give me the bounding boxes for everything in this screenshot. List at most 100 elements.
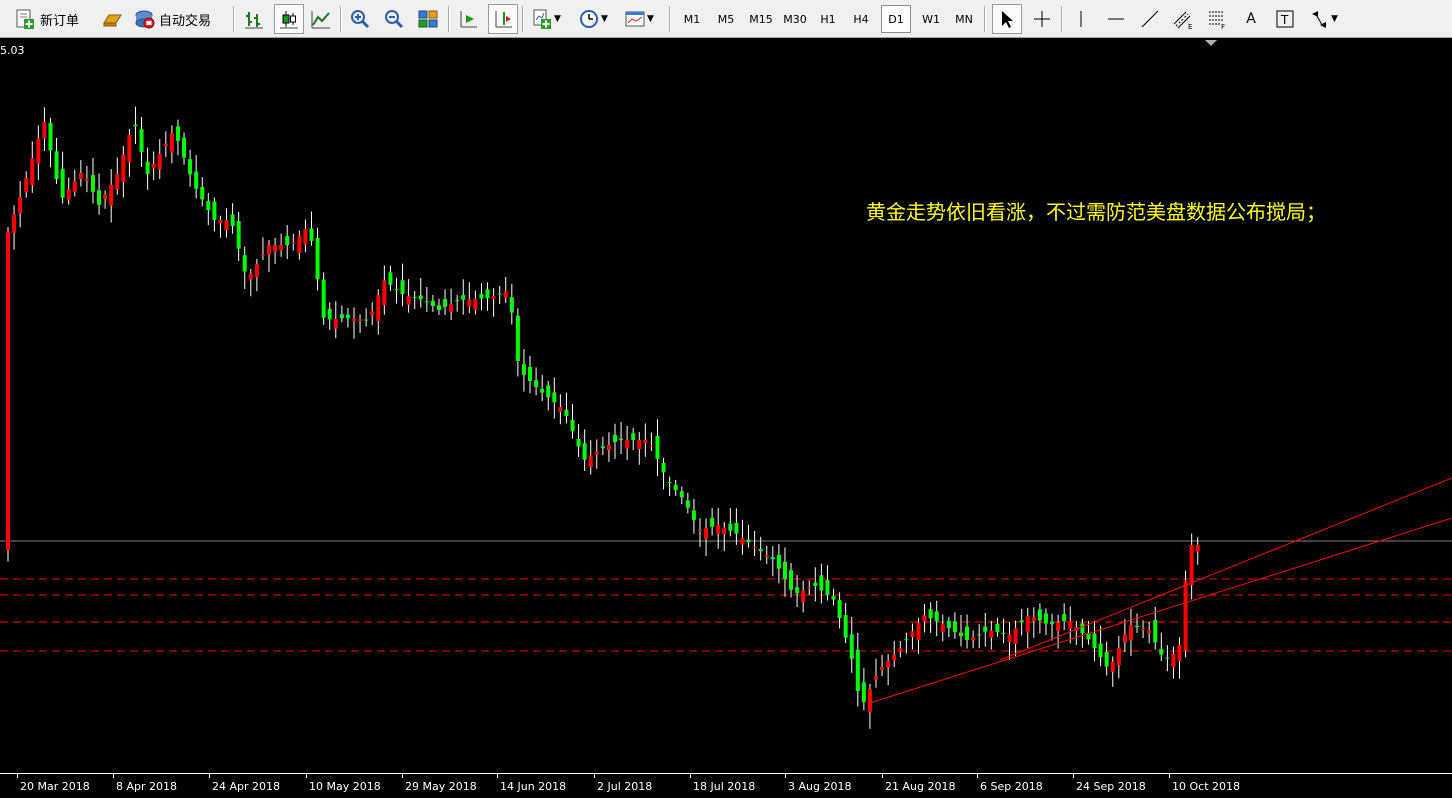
crosshair-tool-button[interactable] (1031, 4, 1053, 34)
candle-body (400, 280, 405, 294)
candle-body (904, 639, 909, 641)
candle-body (734, 522, 739, 534)
candle-body (886, 660, 891, 668)
time-axis-tick (1169, 774, 1170, 778)
candle-body (169, 133, 174, 153)
time-axis-label: 24 Sep 2018 (1076, 780, 1146, 793)
svg-text:E: E (1188, 23, 1192, 30)
timeframe-m30[interactable]: M30 (779, 5, 811, 33)
candle (6, 227, 10, 562)
candle-body (594, 451, 599, 455)
candle-body (728, 523, 733, 531)
candle-body (534, 380, 539, 388)
candlestick-button[interactable] (274, 4, 304, 34)
candle-body (1007, 634, 1012, 643)
candle-body (206, 201, 211, 211)
fibonacci-tool-button[interactable]: F (1206, 4, 1228, 34)
candle-body (910, 631, 915, 638)
candle-body (898, 648, 903, 652)
time-axis-label: 2 Jul 2018 (597, 780, 653, 793)
arrows-tool-button[interactable]: ▼ (1308, 4, 1338, 34)
timeframe-w1[interactable]: W1 (916, 5, 946, 33)
candle-body (163, 143, 168, 147)
templates-button[interactable]: ▼ (624, 4, 654, 34)
zoom-out-icon (385, 10, 404, 29)
candle-body (267, 245, 272, 255)
chart-shift-button[interactable] (488, 4, 518, 34)
top-price-label: 5.03 (0, 44, 25, 57)
candle-body (24, 178, 29, 193)
auto-scroll-button[interactable] (457, 4, 479, 34)
candle-body (521, 364, 526, 375)
timeframe-mn[interactable]: MN (949, 5, 979, 33)
candle-body (940, 624, 945, 632)
candle-body (892, 654, 897, 661)
candle-body (1122, 634, 1127, 643)
candle-body (370, 311, 375, 316)
candle-body (928, 609, 933, 619)
candle-body (1019, 620, 1024, 623)
equidistant-channel-tool-button[interactable]: E (1172, 4, 1194, 34)
horizontal-line-tool-button[interactable] (1105, 4, 1127, 34)
chart-background (0, 40, 1452, 773)
timeframe-h1[interactable]: H1 (813, 5, 843, 33)
candle-body (443, 299, 448, 307)
history-center-button[interactable] (101, 4, 123, 34)
text-label-tool-button[interactable]: T (1274, 4, 1296, 34)
candle-body (72, 181, 77, 192)
chart-shift-marker[interactable] (1205, 40, 1217, 46)
candle-body (606, 445, 611, 450)
candle-body (552, 392, 557, 403)
vertical-line-tool-button[interactable] (1070, 4, 1092, 34)
candle-body (685, 500, 690, 508)
timeframe-h4[interactable]: H4 (846, 5, 876, 33)
price-chart[interactable] (0, 40, 1452, 773)
text-tool-button[interactable]: A (1240, 4, 1262, 34)
svg-text:F: F (1221, 23, 1225, 30)
candle-body (351, 318, 356, 321)
time-axis-tick (113, 774, 114, 778)
new-order-button[interactable]: 新订单 (14, 4, 79, 34)
candle-body (254, 264, 259, 277)
crosshair-icon (1034, 11, 1050, 27)
tile-windows-button[interactable] (417, 4, 439, 34)
candle-body (831, 596, 836, 600)
time-axis-label: 8 Apr 2018 (116, 780, 178, 793)
indicators-button[interactable]: ▼ (531, 4, 561, 34)
candle-body (1135, 625, 1140, 628)
timeframe-m15[interactable]: M15 (745, 5, 777, 33)
time-axis-label: 3 Aug 2018 (788, 780, 852, 793)
candle-body (1056, 622, 1061, 631)
zoom-out-button[interactable] (383, 4, 405, 34)
candle-body (1092, 633, 1097, 649)
candle-body (139, 129, 144, 152)
toolbar-separator (340, 6, 342, 32)
candle-body (333, 318, 338, 329)
time-axis-tick (1073, 774, 1074, 778)
line-chart-button[interactable] (310, 4, 332, 34)
zoom-in-button[interactable] (349, 4, 371, 34)
candle-body (1068, 621, 1073, 629)
candle-body (48, 122, 53, 151)
time-axis-label: 10 Oct 2018 (1172, 780, 1241, 793)
candle-body (285, 235, 290, 245)
candle-body (224, 220, 229, 231)
candle-body (382, 280, 387, 306)
timeframe-d1[interactable]: D1 (881, 5, 911, 33)
auto-scroll-icon (460, 11, 477, 28)
periods-button[interactable]: ▼ (578, 4, 608, 34)
fibonacci-icon: F (1209, 11, 1225, 30)
channel-icon: E (1173, 11, 1192, 30)
candle-body (934, 611, 939, 622)
auto-trading-button[interactable]: 自动交易 (133, 4, 211, 34)
chart-annotation: 黄金走势依旧看涨，不过需防范美盘数据公布搅局； (866, 200, 1326, 224)
timeframe-m5[interactable]: M5 (711, 5, 741, 33)
candle-body (819, 575, 824, 591)
time-axis-tick (690, 774, 691, 778)
candle-body (849, 634, 854, 659)
timeframe-m1[interactable]: M1 (677, 5, 707, 33)
bar-chart-button[interactable] (243, 4, 265, 34)
cursor-tool-button[interactable] (992, 4, 1022, 34)
trendline-tool-button[interactable] (1139, 4, 1161, 34)
chevron-down-icon: ▼ (601, 14, 608, 24)
